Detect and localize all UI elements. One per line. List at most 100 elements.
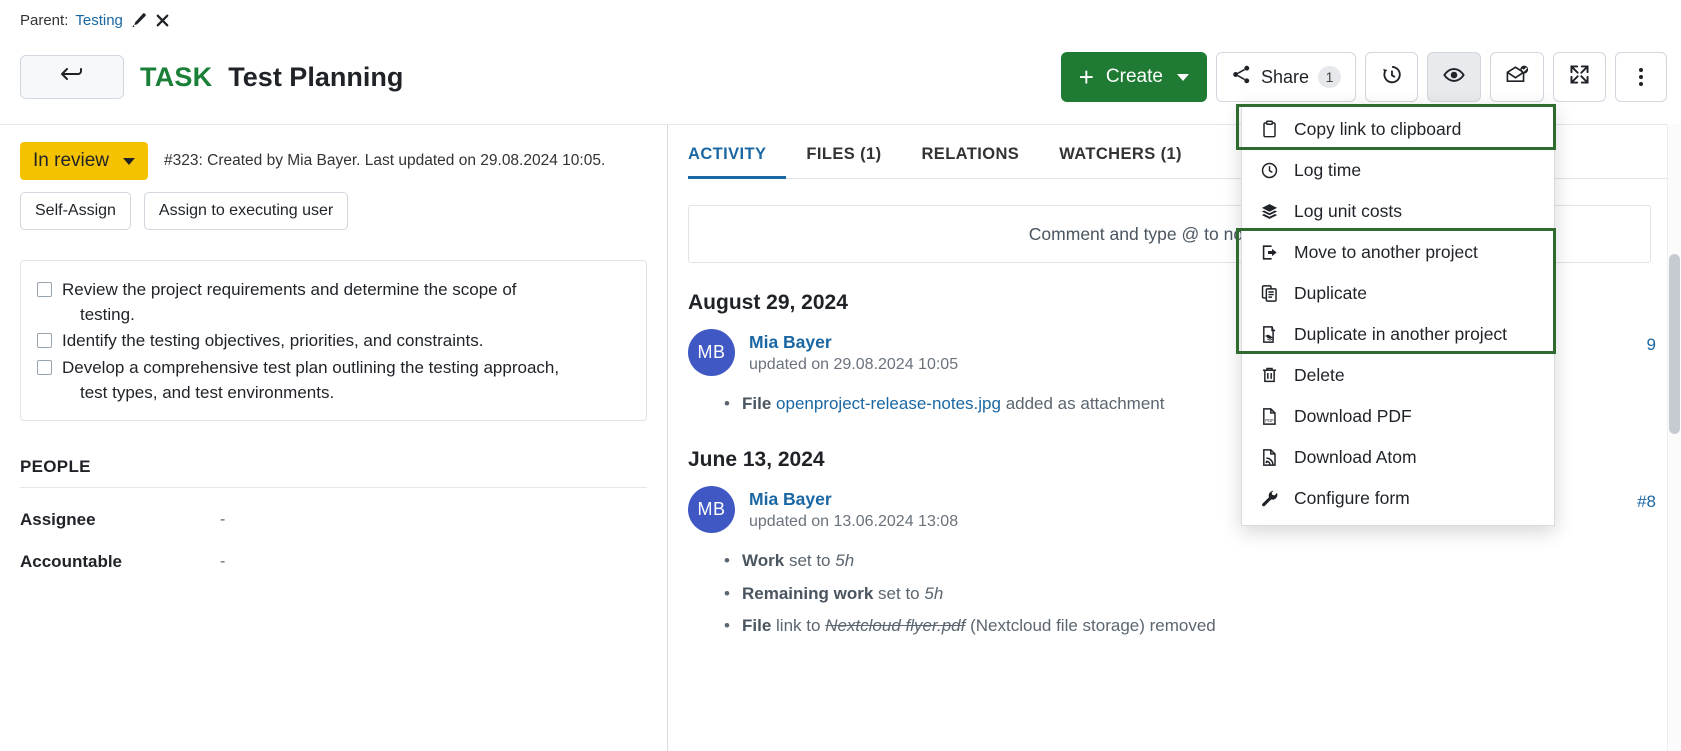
mail-check-icon [1505,64,1529,91]
self-assign-button[interactable]: Self-Assign [20,192,131,230]
menu-item-log-time[interactable]: Log time [1242,150,1554,191]
more-menu-button[interactable] [1615,52,1667,102]
kebab-icon [1639,68,1643,86]
menu-item-configure-form[interactable]: Configure form [1242,478,1554,519]
activity-timestamp: updated on 13.06.2024 13:08 [749,513,958,531]
activity-author[interactable]: Mia Bayer [749,489,958,510]
work-package-subject[interactable]: Test Planning [228,62,403,93]
activity-timestamp: updated on 29.08.2024 10:05 [749,356,958,374]
assign-actions: Self-Assign Assign to executing user [20,192,647,230]
menu-item-duplicate-in-another-project[interactable]: Duplicate in another project [1242,314,1554,355]
share-button-label: Share [1261,67,1309,88]
share-count-badge: 1 [1318,66,1341,88]
breadcrumb-parent-link[interactable]: Testing [75,12,123,29]
checklist-item-label: Identify the testing objectives, priorit… [62,329,483,354]
breadcrumb-label: Parent: [20,12,68,29]
menu-item-download-pdf[interactable]: PDF Download PDF [1242,396,1554,437]
avatar[interactable]: MB [688,329,735,376]
menu-item-copy-link[interactable]: Copy link to clipboard [1242,109,1554,150]
activity-changes: Work set to 5h Remaining work set to 5h … [724,545,1681,642]
change-field-name: Work [742,551,784,570]
field-assignee-label: Assignee [20,510,220,530]
rss-file-icon [1258,448,1280,467]
svg-text:PDF: PDF [1265,418,1274,423]
menu-item-log-unit-costs[interactable]: Log unit costs [1242,191,1554,232]
menu-item-label: Delete [1294,365,1345,386]
description-checklist: Review the project requirements and dete… [20,260,647,421]
field-assignee: Assignee - [20,510,647,530]
menu-item-label: Download PDF [1294,406,1412,427]
change-verb: link to [776,616,820,635]
clock-history-icon [1380,63,1403,91]
tab-activity[interactable]: ACTIVITY [688,145,786,179]
fullscreen-button[interactable] [1553,52,1606,102]
move-arrow-icon [1258,243,1280,262]
clock-icon [1258,161,1280,180]
field-accountable-value[interactable]: - [220,553,225,571]
details-panel: In review #323: Created by Mia Bayer. La… [0,124,668,751]
attachment-link[interactable]: openproject-release-notes.jpg [776,394,1001,413]
menu-item-move-to-another-project[interactable]: Move to another project [1242,232,1554,273]
activity-change-item: Remaining work set to 5h [724,578,1681,610]
close-icon[interactable] [154,12,171,29]
copy-stack-icon [1258,325,1280,344]
menu-item-label: Log time [1294,160,1361,181]
checklist-item-label: Review the project requirements and dete… [62,278,517,327]
change-field-name: Remaining work [742,584,873,603]
pdf-file-icon: PDF [1258,407,1280,426]
change-verb: set to [878,584,920,603]
work-package-meta: #323: Created by Mia Bayer. Last updated… [164,152,605,170]
create-button-label: Create [1106,66,1163,88]
activity-history-button[interactable] [1365,52,1418,102]
page-title: TASK Test Planning [20,55,403,99]
change-description: added as attachment [1006,394,1165,413]
more-actions-menu: Copy link to clipboard Log time Log unit… [1241,104,1555,526]
field-accountable: Accountable - [20,552,647,572]
checklist-item[interactable]: Develop a comprehensive test plan outlin… [37,355,630,406]
menu-item-label: Configure form [1294,488,1410,509]
watch-button[interactable] [1427,52,1481,102]
status-button[interactable]: In review [20,142,148,180]
menu-item-label: Download Atom [1294,447,1417,468]
create-button[interactable]: + Create [1061,52,1207,102]
checkbox-icon[interactable] [37,282,52,297]
trash-icon [1258,366,1280,385]
menu-item-label: Log unit costs [1294,201,1402,222]
pencil-icon[interactable] [130,12,147,29]
share-button[interactable]: Share 1 [1216,52,1356,102]
checkbox-icon[interactable] [37,360,52,375]
checkbox-icon[interactable] [37,333,52,348]
tab-files[interactable]: FILES (1) [786,145,901,179]
menu-item-label: Move to another project [1294,242,1478,263]
activity-number[interactable]: #8 [1637,492,1656,512]
menu-item-duplicate[interactable]: Duplicate [1242,273,1554,314]
toolbar: + Create Share 1 [1061,52,1667,102]
back-button[interactable] [20,55,124,99]
back-arrow-icon [59,65,85,89]
activity-number[interactable]: 9 [1647,335,1656,355]
tab-relations[interactable]: RELATIONS [901,145,1039,179]
notifications-button[interactable] [1490,52,1544,102]
people-section-heading: PEOPLE [20,457,647,488]
tab-watchers[interactable]: WATCHERS (1) [1039,145,1202,179]
menu-item-label: Duplicate in another project [1294,324,1507,345]
checklist-item[interactable]: Identify the testing objectives, priorit… [37,328,630,355]
change-description: (Nextcloud file storage) removed [970,616,1216,635]
stack-icon [1258,202,1280,221]
assign-executing-user-button[interactable]: Assign to executing user [144,192,348,230]
expand-icon [1568,63,1591,91]
avatar[interactable]: MB [688,486,735,533]
menu-item-delete[interactable]: Delete [1242,355,1554,396]
field-accountable-label: Accountable [20,552,220,572]
menu-item-download-atom[interactable]: Download Atom [1242,437,1554,478]
chevron-down-icon [123,158,135,165]
activity-author[interactable]: Mia Bayer [749,332,958,353]
change-verb: set to [789,551,831,570]
activity-change-item: File link to Nextcloud flyer.pdf (Nextcl… [724,610,1681,642]
eye-icon [1442,63,1466,92]
field-assignee-value[interactable]: - [220,511,225,529]
checklist-item-label: Develop a comprehensive test plan outlin… [62,356,559,405]
checklist-item[interactable]: Review the project requirements and dete… [37,277,630,328]
vertical-scrollbar-thumb[interactable] [1669,254,1680,434]
vertical-scrollbar-track[interactable] [1667,124,1681,751]
